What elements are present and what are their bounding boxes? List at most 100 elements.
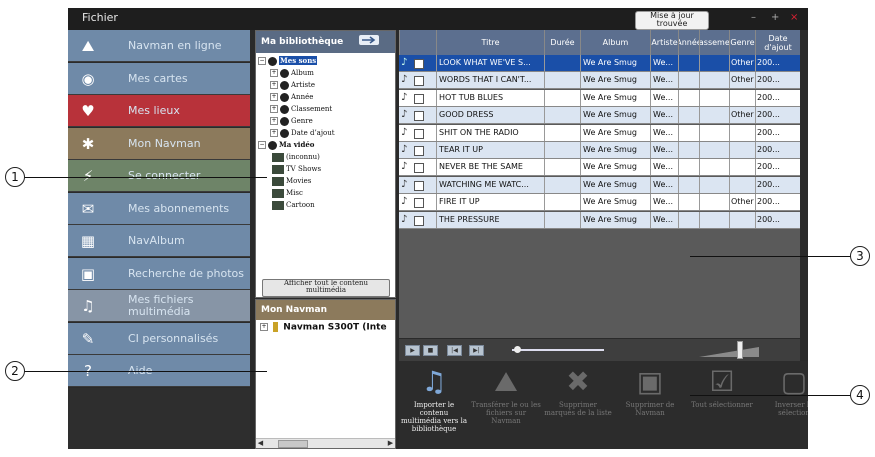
expand-icon[interactable]: + xyxy=(270,93,278,101)
tree-node-label: Date d’ajout xyxy=(291,129,335,137)
tree-node-sound-category[interactable]: + Genre xyxy=(270,115,313,127)
expand-icon[interactable]: + xyxy=(270,117,278,125)
sidebar-item-label: Mes fichiers multimédia xyxy=(128,293,194,318)
sidebar-item-navman-en-ligne[interactable]: ⛰ Navman en ligne xyxy=(68,30,250,62)
sidebar-item-label: Mes abonnements xyxy=(128,201,230,215)
tree-node-label: Movies xyxy=(286,177,312,185)
scroll-right-icon[interactable]: ▶ xyxy=(386,439,395,448)
expand-icon[interactable]: + xyxy=(270,105,278,113)
cell-artist: We... xyxy=(650,89,678,106)
sidebar-item-mon-navman[interactable]: ✱ Mon Navman xyxy=(68,127,250,160)
previous-button[interactable]: |◀ xyxy=(447,345,462,356)
position-slider-knob[interactable] xyxy=(513,346,521,353)
column-header-year[interactable]: Année xyxy=(678,30,699,55)
collapse-icon[interactable]: − xyxy=(258,57,266,65)
sidebar-item-navalbum[interactable]: ▦ NavAlbum xyxy=(68,225,250,257)
sidebar-item-mes-fichiers-multim-dia[interactable]: ♫ Mes fichiers multimédia xyxy=(68,290,250,322)
column-header-artist[interactable]: Artiste xyxy=(650,30,678,55)
table-row[interactable]: ♪ HOT TUB BLUES We Are Smug We... 200... xyxy=(399,89,800,107)
row-checkbox[interactable] xyxy=(414,59,424,69)
invert-selection-icon: ▢ xyxy=(780,365,808,398)
play-button[interactable]: ▶ xyxy=(405,345,420,356)
scroll-thumb[interactable] xyxy=(278,440,308,448)
tree-node-video-category[interactable]: TV Shows xyxy=(272,163,321,175)
tree-node-video-category[interactable]: Cartoon xyxy=(272,199,315,211)
callout-4: 4 xyxy=(850,385,870,405)
show-all-media-button[interactable]: Afficher tout le contenu multimédia xyxy=(262,279,390,297)
update-found-button[interactable]: Mise à jour trouvée xyxy=(635,11,709,30)
table-row[interactable]: ♪ TEAR IT UP We Are Smug We... 200... xyxy=(399,142,800,159)
table-row[interactable]: ♪ THE PRESSURE We Are Smug We... 200... xyxy=(399,211,800,229)
action-invert-selection-button[interactable]: ▢ Inverser la sélection xyxy=(759,361,808,449)
tree-node-video-category[interactable]: (inconnu) xyxy=(272,151,320,163)
horizontal-scrollbar[interactable]: ◀ ▶ xyxy=(256,438,395,448)
table-row[interactable]: ♪ GOOD DRESS We Are Smug We... Other 200... xyxy=(399,107,800,125)
position-slider[interactable] xyxy=(512,349,604,351)
sidebar-item-mes-lieux[interactable]: ♥ Mes lieux xyxy=(68,95,250,127)
music-note-icon: ♪ xyxy=(401,178,408,190)
scroll-left-icon[interactable]: ◀ xyxy=(256,439,265,448)
arrow-right-icon[interactable] xyxy=(359,35,379,45)
table-row[interactable]: ♪ NEVER BE THE SAME We Are Smug We... 200... xyxy=(399,159,800,177)
row-checkbox[interactable] xyxy=(414,76,424,87)
column-header-genre[interactable]: Genre xyxy=(729,30,755,55)
minimize-icon[interactable]: – xyxy=(751,12,756,23)
expand-icon[interactable]: + xyxy=(270,81,278,89)
tree-node-my-sounds[interactable]: − Mes sons xyxy=(258,55,318,67)
expand-icon[interactable]: + xyxy=(260,323,268,331)
video-thumbnail-icon xyxy=(272,176,284,186)
row-checkbox[interactable] xyxy=(414,198,424,209)
tree-node-sound-category[interactable]: + Classement xyxy=(270,103,332,115)
volume-slider[interactable] xyxy=(699,343,763,357)
select-all-icon: ☑ xyxy=(709,365,735,398)
maximize-icon[interactable]: + xyxy=(771,12,779,23)
tree-node-sound-category[interactable]: + Album xyxy=(270,67,314,79)
close-icon[interactable]: × xyxy=(790,12,798,23)
tree-node-video-category[interactable]: Movies xyxy=(272,175,311,187)
menu-file[interactable]: Fichier xyxy=(82,11,118,24)
action-transfer-to-navman-button[interactable]: ⛰ Transférer le ou les fichiers sur Navma… xyxy=(471,361,541,449)
sidebar-item-mes-cartes[interactable]: ◉ Mes cartes xyxy=(68,62,250,95)
column-header-title[interactable]: Titre xyxy=(436,30,544,55)
row-checkbox[interactable] xyxy=(414,215,424,226)
import-music-icon: ♫ xyxy=(421,365,447,398)
table-row[interactable]: ♪ LOOK WHAT WE'VE S... We Are Smug We... Oth… xyxy=(399,55,800,72)
row-checkbox[interactable] xyxy=(414,180,424,191)
column-header-album[interactable]: Album xyxy=(580,30,650,55)
cell-year xyxy=(678,55,699,71)
column-header-date_added[interactable]: Date d'ajout xyxy=(755,30,800,55)
action-import-music-button[interactable]: ♫ Importer le contenu multimédia vers la … xyxy=(399,361,469,449)
column-header-icons[interactable] xyxy=(399,30,436,55)
row-checkbox[interactable] xyxy=(414,111,424,122)
collapse-icon[interactable]: − xyxy=(258,141,266,149)
tree-node-my-video[interactable]: − Ma vidéo xyxy=(258,139,314,151)
expand-icon[interactable]: + xyxy=(270,69,278,77)
action-select-all-button[interactable]: ☑ Tout sélectionner xyxy=(687,361,757,449)
category-icon xyxy=(280,68,289,78)
volume-slider-knob[interactable] xyxy=(737,341,744,359)
stop-button[interactable]: ■ xyxy=(423,345,438,356)
next-button[interactable]: ▶| xyxy=(469,345,484,356)
table-row[interactable]: ♪ SHIT ON THE RADIO We Are Smug We... 200... xyxy=(399,124,800,142)
tree-node-sound-category[interactable]: + Date d’ajout xyxy=(270,127,335,139)
action-delete-x-button[interactable]: ✖ Supprimer marqués de la liste xyxy=(543,361,613,449)
tree-node-sound-category[interactable]: + Année xyxy=(270,91,313,103)
sidebar-item-ci-personnalis-s[interactable]: ✎ CI personnalisés xyxy=(68,322,250,355)
tree-node-sound-category[interactable]: + Artiste xyxy=(270,79,315,91)
column-header-duration[interactable]: Durée xyxy=(544,30,580,55)
sidebar-item-mes-abonnements[interactable]: ✉ Mes abonnements xyxy=(68,192,250,225)
row-checkbox[interactable] xyxy=(414,163,424,174)
expand-icon[interactable]: + xyxy=(270,129,278,137)
action-delete-from-navman-button[interactable]: ▣ Supprimer de Navman xyxy=(615,361,685,449)
table-row[interactable]: ♪ WATCHING ME WATC... We Are Smug We... 200.… xyxy=(399,176,800,194)
column-header-rating[interactable]: Classement xyxy=(699,30,729,55)
row-checkbox[interactable] xyxy=(414,93,424,104)
navman-device-node[interactable]: + Navman S300T (Inte xyxy=(260,322,387,333)
tree-node-video-category[interactable]: Misc xyxy=(272,187,303,199)
table-row[interactable]: ♪ FIRE IT UP We Are Smug We... Other 200... xyxy=(399,194,800,212)
sidebar-item-recherche-de-photos[interactable]: ▣ Recherche de photos xyxy=(68,257,250,290)
table-row[interactable]: ♪ WORDS THAT I CAN'T... We Are Smug We... Ot… xyxy=(399,72,800,90)
sidebar-item-se-connecter[interactable]: ⚡ Se connecter xyxy=(68,160,250,192)
row-checkbox[interactable] xyxy=(414,128,424,139)
row-checkbox[interactable] xyxy=(414,146,424,156)
